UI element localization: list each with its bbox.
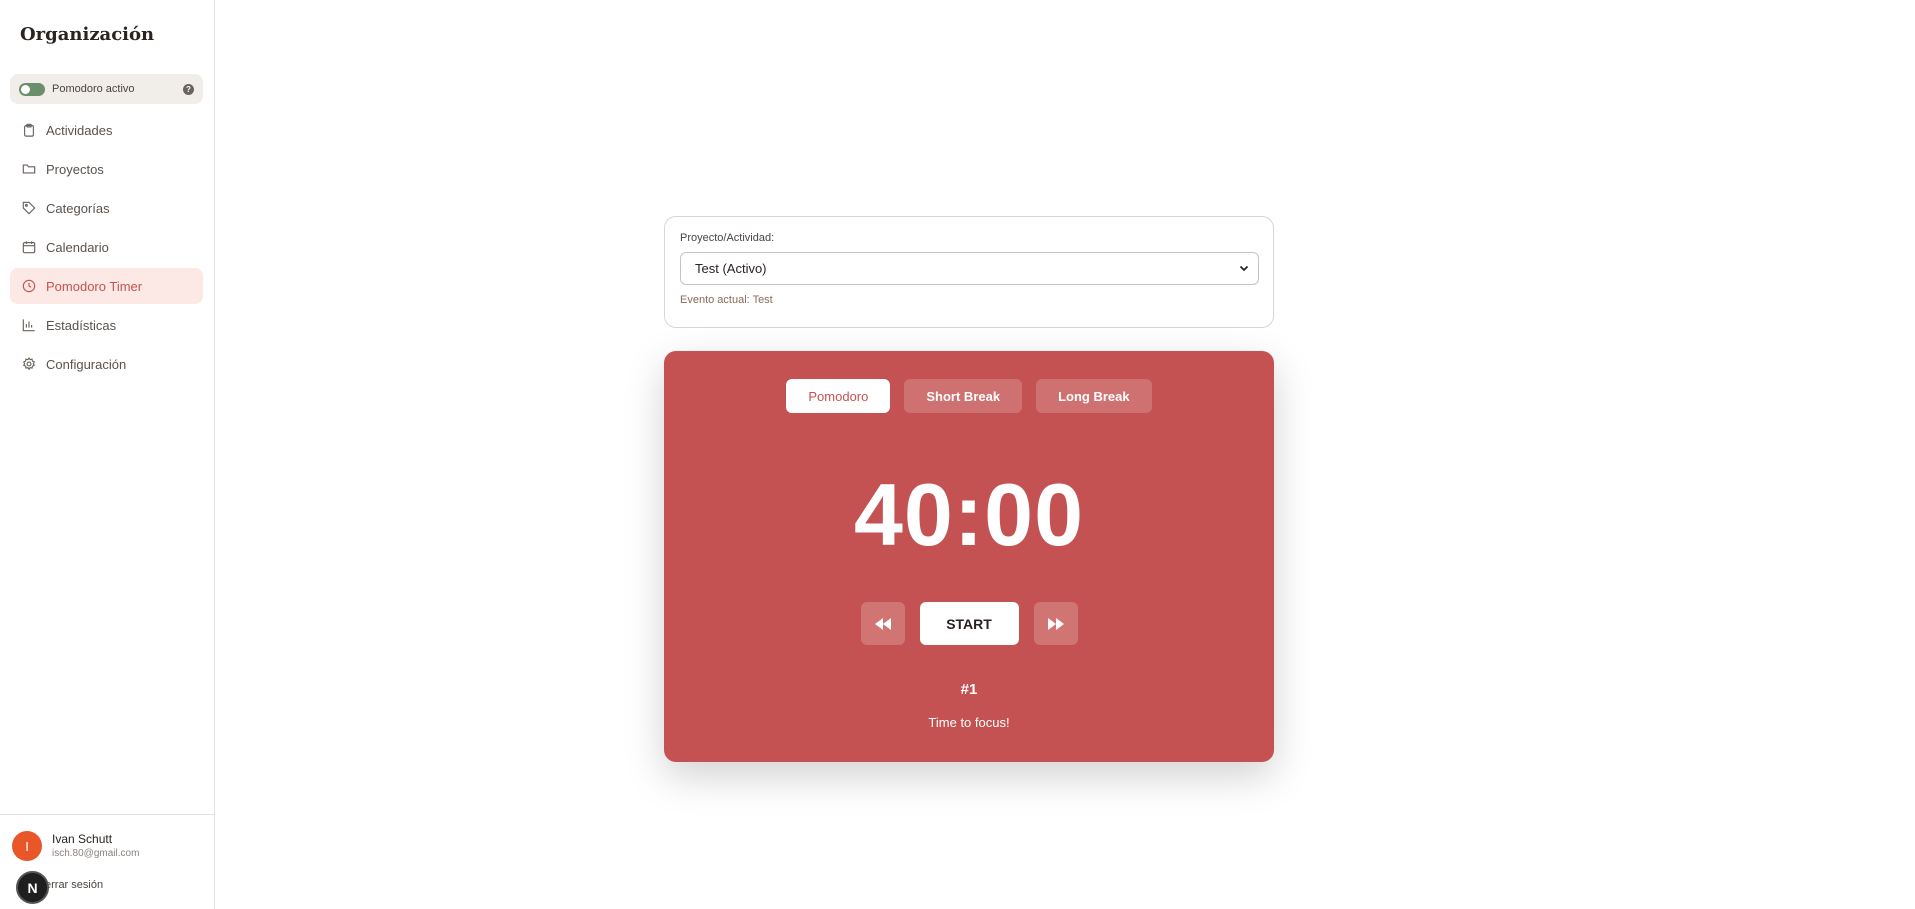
pomodoro-active-toggle-row: Pomodoro activo ? bbox=[10, 74, 203, 104]
clock-icon bbox=[22, 279, 36, 293]
bar-chart-icon bbox=[22, 318, 36, 332]
user-email: isch.80@gmail.com bbox=[52, 848, 140, 859]
sidebar-item-label: Proyectos bbox=[46, 161, 104, 177]
status-message: Time to focus! bbox=[928, 715, 1010, 730]
timer-controls: START bbox=[664, 602, 1274, 645]
sidebar-item-calendario[interactable]: Calendario bbox=[10, 229, 203, 265]
help-icon[interactable]: ? bbox=[183, 83, 194, 95]
sidebar-item-label: Configuración bbox=[46, 356, 127, 372]
sidebar: Organización Pomodoro activo ? Actividad… bbox=[0, 0, 215, 909]
nextjs-dev-badge[interactable]: N bbox=[16, 871, 49, 904]
calendar-icon bbox=[22, 240, 36, 254]
sidebar-item-categorias[interactable]: Categorías bbox=[10, 190, 203, 226]
brand-title: Organización bbox=[20, 24, 155, 45]
pomodoro-active-label: Pomodoro activo bbox=[52, 83, 135, 95]
pomodoro-active-toggle[interactable] bbox=[19, 82, 45, 96]
sidebar-item-label: Actividades bbox=[46, 122, 113, 138]
sidebar-item-configuracion[interactable]: Configuración bbox=[10, 346, 203, 382]
tab-short-break[interactable]: Short Break bbox=[904, 379, 1023, 413]
sidebar-item-label: Pomodoro Timer bbox=[46, 278, 143, 294]
round-counter: #1 bbox=[960, 681, 978, 698]
logout-link[interactable]: errar sesión bbox=[45, 879, 103, 891]
rewind-button[interactable] bbox=[860, 602, 905, 645]
user-name: Ivan Schutt bbox=[52, 832, 113, 846]
rewind-icon bbox=[874, 617, 891, 630]
sidebar-item-pomodoro-timer[interactable]: Pomodoro Timer bbox=[10, 268, 203, 304]
project-field-label: Proyecto/Actividad: bbox=[680, 232, 775, 244]
project-select[interactable]: Test (Activo) bbox=[680, 252, 1259, 285]
timer-display: 40:00 bbox=[853, 465, 1085, 564]
fast-forward-icon bbox=[1047, 617, 1064, 630]
pomodoro-timer-card: Pomodoro Short Break Long Break 40:00 ST… bbox=[664, 351, 1274, 762]
current-event-text: Evento actual: Test bbox=[680, 294, 773, 306]
clipboard-icon bbox=[22, 123, 36, 137]
sidebar-item-label: Estadísticas bbox=[46, 317, 117, 333]
skip-forward-button[interactable] bbox=[1033, 602, 1078, 645]
sidebar-nav: Actividades Proyectos Categorías Calenda… bbox=[10, 112, 203, 385]
tab-long-break[interactable]: Long Break bbox=[1036, 379, 1152, 413]
folder-icon bbox=[22, 162, 36, 176]
chevron-down-icon bbox=[1239, 265, 1249, 272]
tag-icon bbox=[22, 201, 36, 215]
user-panel: I Ivan Schutt isch.80@gmail.com errar se… bbox=[0, 814, 215, 909]
start-button[interactable]: START bbox=[919, 602, 1019, 645]
sidebar-item-label: Categorías bbox=[46, 200, 110, 216]
sidebar-item-label: Calendario bbox=[46, 239, 109, 255]
avatar: I bbox=[12, 831, 42, 861]
tab-pomodoro[interactable]: Pomodoro bbox=[786, 379, 891, 413]
sidebar-item-actividades[interactable]: Actividades bbox=[10, 112, 203, 148]
sidebar-item-proyectos[interactable]: Proyectos bbox=[10, 151, 203, 187]
gear-icon bbox=[22, 357, 36, 371]
timer-mode-tabs: Pomodoro Short Break Long Break bbox=[664, 379, 1274, 413]
project-select-value: Test (Activo) bbox=[695, 261, 767, 276]
project-selector-card: Proyecto/Actividad: Test (Activo) Evento… bbox=[664, 216, 1274, 328]
sidebar-item-estadisticas[interactable]: Estadísticas bbox=[10, 307, 203, 343]
